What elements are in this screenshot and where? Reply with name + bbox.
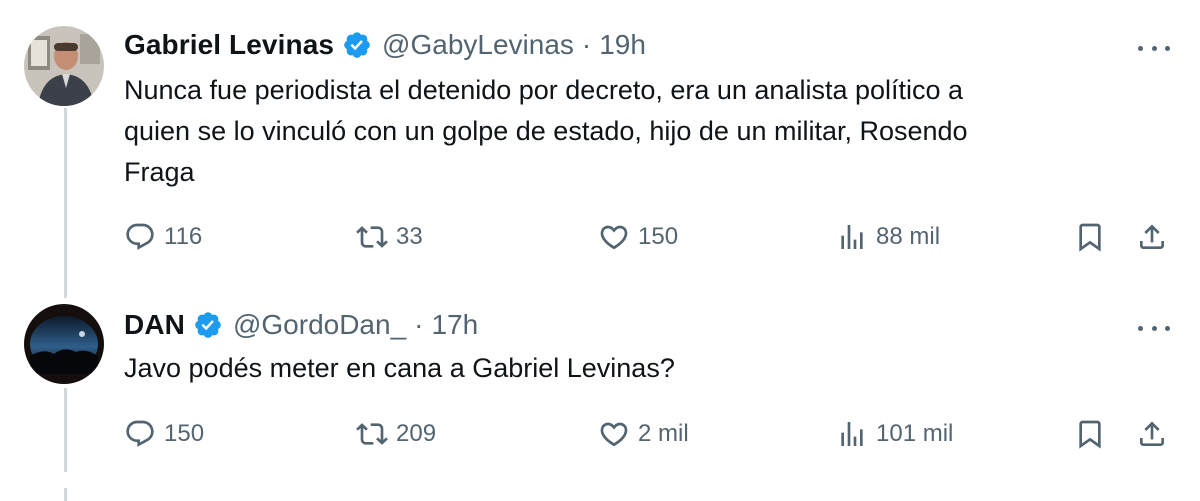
tweet-text: Nunca fue periodista el detenido por dec… xyxy=(124,70,1134,193)
avatar[interactable] xyxy=(24,26,104,106)
views-count: 88 mil xyxy=(876,223,941,250)
heart-icon xyxy=(600,225,628,250)
tweet-text-line: quien se lo vinculó con un golpe de esta… xyxy=(124,116,968,146)
views-count: 101 mil xyxy=(876,420,954,447)
analytics-icon xyxy=(841,225,863,249)
author-name[interactable]: Gabriel Levinas xyxy=(124,29,334,61)
reply-button[interactable]: 150 xyxy=(124,414,204,454)
avatar[interactable] xyxy=(24,304,104,384)
retweet-count: 209 xyxy=(396,420,437,447)
like-count: 2 mil xyxy=(638,420,689,447)
like-button[interactable]: 2 mil xyxy=(598,414,689,454)
views-button[interactable]: 101 mil xyxy=(836,414,953,454)
bookmark-button[interactable] xyxy=(1074,217,1106,257)
tweet-actions: 150 209 2 mil 101 mil xyxy=(124,414,1174,454)
separator-dot: · xyxy=(581,29,592,60)
bookmark-icon xyxy=(1079,223,1101,252)
tweet-text-line: Javo podés meter en cana a Gabriel Levin… xyxy=(124,353,675,383)
more-icon[interactable] xyxy=(1138,318,1170,338)
more-icon[interactable] xyxy=(1138,38,1170,58)
share-button[interactable] xyxy=(1136,414,1168,454)
tweet-text: Javo podés meter en cana a Gabriel Levin… xyxy=(124,348,1134,389)
verified-badge-icon xyxy=(342,30,372,60)
share-button[interactable] xyxy=(1136,217,1168,257)
tweet-text-line: Nunca fue periodista el detenido por dec… xyxy=(124,75,964,105)
retweet-button[interactable]: 33 xyxy=(356,217,423,257)
separator-dot: · xyxy=(414,309,424,340)
retweet-count: 33 xyxy=(396,223,423,250)
verified-badge-icon xyxy=(193,310,223,340)
timestamp[interactable]: 19h xyxy=(599,29,646,61)
tweet[interactable]: DAN @GordoDan_ · 17h Javo podés meter en… xyxy=(0,290,1200,501)
share-icon xyxy=(1140,421,1164,446)
reply-icon xyxy=(126,420,154,447)
timestamp[interactable]: 17h xyxy=(431,309,478,341)
share-icon xyxy=(1140,224,1164,249)
heart-icon xyxy=(600,422,628,447)
reply-icon xyxy=(126,223,154,250)
bookmark-icon xyxy=(1079,420,1101,449)
author-handle[interactable]: @GabyLevinas xyxy=(382,29,574,61)
bookmark-button[interactable] xyxy=(1074,414,1106,454)
retweet-icon xyxy=(356,226,388,248)
tweet-text-line: Fraga xyxy=(124,157,195,187)
author-name[interactable]: DAN xyxy=(124,309,185,341)
author-handle[interactable]: @GordoDan_ xyxy=(233,309,406,341)
analytics-icon xyxy=(841,422,863,446)
retweet-icon xyxy=(356,423,388,445)
reply-button[interactable]: 116 xyxy=(124,217,202,257)
tweet[interactable]: Gabriel Levinas @GabyLevinas · 19h Nunca… xyxy=(0,0,1200,290)
reply-count: 150 xyxy=(164,420,205,447)
views-button[interactable]: 88 mil xyxy=(836,217,940,257)
reply-count: 116 xyxy=(164,223,203,250)
like-button[interactable]: 150 xyxy=(598,217,678,257)
like-count: 150 xyxy=(638,223,679,250)
tweet-actions: 116 33 150 88 mil xyxy=(124,217,1174,257)
retweet-button[interactable]: 209 xyxy=(356,414,436,454)
